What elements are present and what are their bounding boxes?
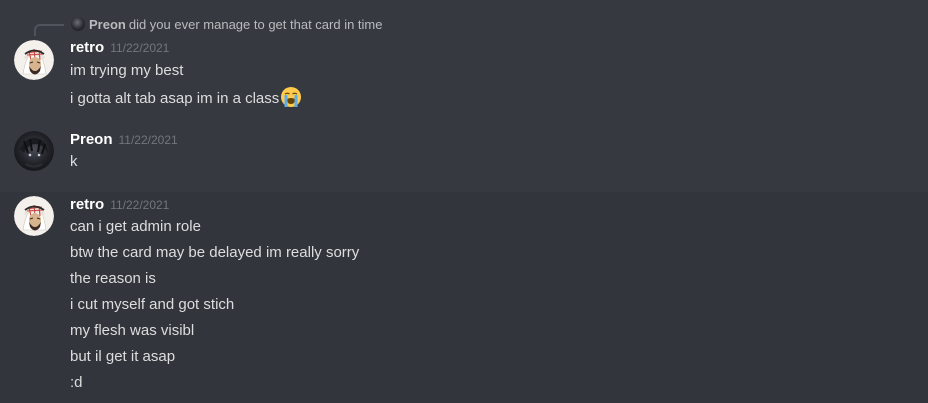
username[interactable]: retro [70, 39, 104, 56]
message-text: the reason is [70, 270, 156, 287]
message-text: im trying my best [70, 62, 184, 79]
username[interactable]: Preon [70, 131, 113, 148]
message-text: can i get admin role [70, 218, 201, 235]
avatar[interactable] [14, 40, 54, 80]
timestamp[interactable]: 11/22/2021 [110, 198, 169, 212]
message-text: :d [70, 374, 83, 391]
avatar[interactable] [14, 131, 54, 171]
message-group-retro-2: retro 11/22/2021 can i get admin role btw… [0, 192, 928, 403]
message-text: but il get it asap [70, 348, 176, 365]
message-header: Preon 11/22/2021 [70, 130, 178, 150]
message-group-retro: retro 11/22/2021 im trying my best i gott… [0, 0, 928, 120]
message-text-with-emoji: i gotta alt tab asap im in a class [70, 86, 302, 108]
message-text: k [70, 153, 78, 170]
message-group-preon: Preon 11/22/2021 k [0, 120, 928, 192]
loudly-crying-face-icon[interactable] [280, 86, 302, 108]
timestamp[interactable]: 11/22/2021 [110, 41, 169, 55]
message-header: retro 11/22/2021 [70, 38, 169, 58]
username[interactable]: retro [70, 196, 104, 213]
chat-messages: Preon did you ever manage to get that car… [0, 0, 928, 403]
message-text: i gotta alt tab asap im in a class [70, 90, 280, 107]
message-header: retro 11/22/2021 [70, 195, 169, 215]
message-text: btw the card may be delayed im really so… [70, 244, 360, 261]
message-text: my flesh was visibl [70, 322, 195, 339]
avatar[interactable] [14, 196, 54, 236]
timestamp[interactable]: 11/22/2021 [119, 133, 178, 147]
message-text: i cut myself and got stich [70, 296, 235, 313]
